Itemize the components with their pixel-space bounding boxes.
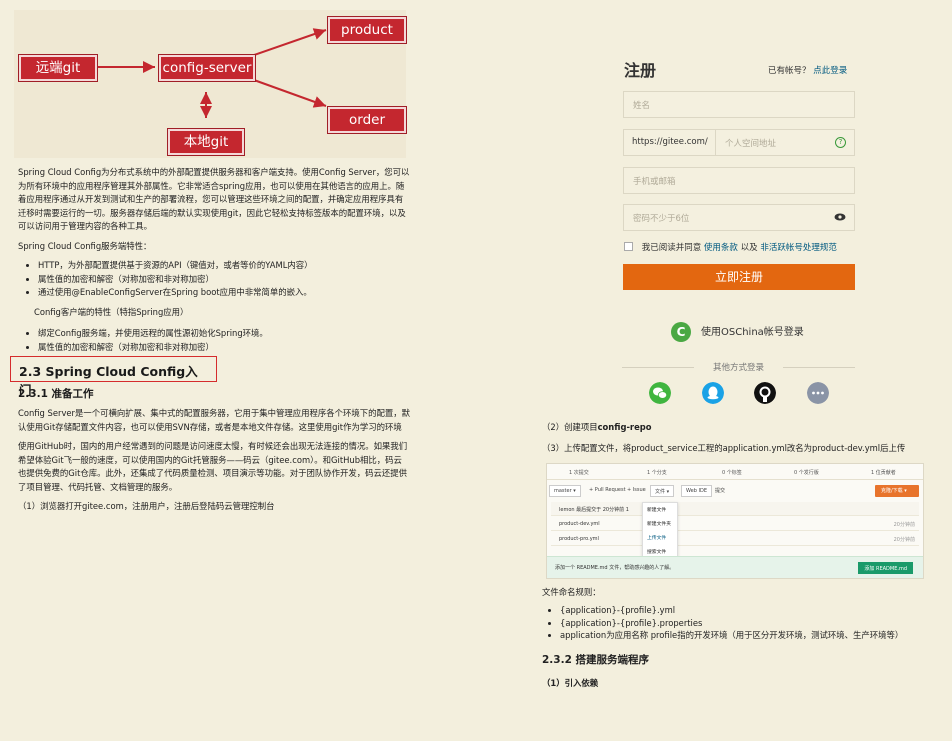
have-account: 已有帐号？ 点此登录 bbox=[768, 64, 847, 76]
file-time: 20分钟前 bbox=[893, 522, 915, 528]
webide-button[interactable]: Web IDE bbox=[681, 485, 712, 497]
commit-info[interactable]: lemon 最后提交于 20分钟前 1 bbox=[559, 507, 629, 513]
architecture-diagram: 远端git config-server product order 本地git bbox=[14, 10, 407, 158]
naming-rules-list: {application}-{profile}.yml {application… bbox=[560, 604, 903, 642]
branch-select[interactable]: master ▾ bbox=[549, 485, 581, 497]
register-title: 注册 bbox=[624, 61, 657, 80]
stat-releases[interactable]: 0 个发行版 bbox=[794, 469, 819, 476]
eye-icon[interactable] bbox=[834, 213, 846, 221]
repo-toolbar: master ▾ + Pull Request + Issue 文件 ▾ Web… bbox=[547, 483, 923, 499]
remote-git-box: 远端git bbox=[18, 54, 98, 82]
readme-banner: 添加一个 README.md 文件，帮助感兴趣的人了解。 添加 README.m… bbox=[547, 556, 923, 578]
qq-icon[interactable] bbox=[702, 382, 724, 404]
oschina-login-label: 使用OSChina帐号登录 bbox=[701, 327, 804, 338]
list-item: application为应用名称 profile指的开发环境（用于区分开发环境，… bbox=[560, 629, 903, 642]
password-placeholder: 密码不少于6位 bbox=[633, 214, 690, 224]
menu-item-new-folder[interactable]: 新建文件夹 bbox=[643, 517, 677, 531]
agree-text: 我已阅读并同意 bbox=[641, 243, 702, 253]
add-readme-button[interactable]: 添加 README.md bbox=[858, 562, 913, 574]
step-dependency: （1）引入依赖 bbox=[542, 678, 599, 688]
server-features-list: HTTP，为外部配置提供基于资源的API（键值对，或者等价的YAML内容） 属性… bbox=[38, 259, 410, 300]
gitee-paragraph: 使用GitHub时，国内的用户经常遇到的问题是访问速度太慢，有时候还会出现无法连… bbox=[18, 441, 408, 492]
config-server-box: config-server bbox=[158, 54, 256, 82]
oschina-login[interactable]: C 使用OSChina帐号登录 bbox=[671, 322, 804, 342]
file-name[interactable]: product-dev.yml bbox=[559, 521, 600, 527]
space-placeholder: 个人空间地址 bbox=[725, 139, 777, 149]
divider-line bbox=[783, 367, 855, 368]
list-item: 属性值的加密和解密（对称加密和非对称加密） bbox=[38, 273, 410, 287]
server-features-title: Spring Cloud Config服务端特性： bbox=[18, 240, 152, 251]
section-heading: 2.3 Spring Cloud Config入门 bbox=[10, 356, 217, 398]
local-git-box: 本地git bbox=[167, 128, 245, 156]
step2-text: （2）创建项目config-repo bbox=[542, 421, 652, 434]
name-placeholder: 姓名 bbox=[633, 101, 651, 111]
naming-title: 文件命名规则： bbox=[542, 587, 601, 597]
name-input[interactable]: 姓名 bbox=[623, 91, 855, 118]
gitee-repo-screenshot: 1 次提交 1 个分支 0 个标签 0 个发行版 1 位贡献者 master ▾… bbox=[546, 463, 924, 579]
and-text: 以及 bbox=[740, 243, 758, 253]
repo-stats-bar: 1 次提交 1 个分支 0 个标签 0 个发行版 1 位贡献者 bbox=[547, 464, 923, 480]
phone-email-input[interactable]: 手机或邮箱 bbox=[623, 167, 855, 194]
left-text-block: Spring Cloud Config为分布式系统中的外部配置提供服务器和客户端… bbox=[18, 166, 410, 360]
sub-heading-server: 2.3.2 搭建服务端程序 bbox=[542, 654, 650, 666]
step2-prefix: （2）创建项目 bbox=[542, 422, 598, 432]
space-url-field[interactable]: https://gitee.com/ 个人空间地址 ? bbox=[623, 129, 855, 156]
other-methods-divider: 其他方式登录 bbox=[622, 361, 855, 373]
more-icon[interactable] bbox=[807, 382, 829, 404]
stat-branches[interactable]: 1 个分支 bbox=[647, 469, 667, 476]
file-name[interactable]: product-pro.yml bbox=[559, 536, 599, 542]
agree-checkbox[interactable] bbox=[624, 242, 633, 251]
list-item: HTTP，为外部配置提供基于资源的API（键值对，或者等价的YAML内容） bbox=[38, 259, 410, 273]
config-server-paragraph: Config Server是一个可横向扩展、集中式的配置服务器，它用于集中管理应… bbox=[18, 408, 410, 432]
register-button[interactable]: 立即注册 bbox=[623, 264, 855, 290]
register-form: 注册 已有帐号？ 点此登录 姓名 https://gitee.com/ 个人空间… bbox=[540, 45, 870, 415]
menu-item-new-file[interactable]: 新建文件 bbox=[643, 503, 677, 517]
inactive-policy-link[interactable]: 非活跃帐号处理规范 bbox=[760, 243, 837, 253]
left-text-block-2: Config Server是一个可横向扩展、集中式的配置服务器，它用于集中管理应… bbox=[18, 407, 410, 520]
readme-tip: 添加一个 README.md 文件，帮助感兴趣的人了解。 bbox=[555, 565, 675, 571]
order-box: order bbox=[327, 106, 407, 134]
file-menu-button[interactable]: 文件 ▾ bbox=[650, 485, 675, 497]
step2-repo-name: config-repo bbox=[597, 422, 652, 432]
login-link[interactable]: 点此登录 bbox=[813, 66, 847, 76]
list-item: 绑定Config服务端，并使用远程的属性源初始化Spring环境。 bbox=[38, 327, 410, 341]
wiki-button[interactable]: 提交 bbox=[711, 485, 729, 497]
table-row[interactable]: product-pro.yml 20分钟前 bbox=[551, 532, 919, 546]
have-account-text: 已有帐号？ bbox=[768, 66, 811, 76]
terms-link[interactable]: 使用条款 bbox=[704, 243, 738, 253]
stat-tags[interactable]: 0 个标签 bbox=[722, 469, 742, 476]
github-icon[interactable] bbox=[754, 382, 776, 404]
list-item: {application}-{profile}.properties bbox=[560, 617, 903, 630]
list-item: 通过使用@EnableConfigServer在Spring boot应用中非常… bbox=[38, 286, 410, 300]
client-features-list: 绑定Config服务端，并使用远程的属性源初始化Spring环境。 属性值的加密… bbox=[38, 327, 410, 354]
password-input[interactable]: 密码不少于6位 bbox=[623, 204, 855, 231]
step3-text: （3）上传配置文件，将product_service工程的application… bbox=[542, 443, 906, 453]
check-icon: ? bbox=[835, 137, 846, 148]
menu-item-upload[interactable]: 上传文件 bbox=[643, 531, 677, 545]
step1-text: （1）浏览器打开gitee.com，注册用户，注册后登陆码云管理控制台 bbox=[18, 501, 275, 511]
file-time: 20分钟前 bbox=[893, 537, 915, 543]
stat-contributors[interactable]: 1 位贡献者 bbox=[871, 469, 896, 476]
agree-row: 我已阅读并同意 使用条款 以及 非活跃帐号处理规范 bbox=[624, 241, 837, 253]
client-features-title: Config客户端的特性（特指Spring应用） bbox=[34, 306, 189, 317]
file-dropdown-menu: 新建文件 新建文件夹 上传文件 搜索文件 bbox=[642, 502, 678, 560]
oschina-icon: C bbox=[671, 322, 691, 342]
commit-row: lemon 最后提交于 20分钟前 1 bbox=[551, 502, 919, 516]
product-box: product bbox=[327, 16, 407, 44]
issue-button[interactable]: + Issue bbox=[623, 485, 650, 497]
list-item: {application}-{profile}.yml bbox=[560, 604, 903, 617]
clone-download-button[interactable]: 克隆/下载 ▾ bbox=[875, 485, 919, 497]
sub-heading-prep: 2.3.1 准备工作 bbox=[18, 388, 94, 400]
table-row[interactable]: product-dev.yml 20分钟前 bbox=[551, 517, 919, 531]
intro-paragraph: Spring Cloud Config为分布式系统中的外部配置提供服务器和客户端… bbox=[18, 167, 410, 231]
url-prefix: https://gitee.com/ bbox=[624, 130, 716, 155]
list-item: 属性值的加密和解密（对称加密和非对称加密） bbox=[38, 341, 410, 355]
phone-placeholder: 手机或邮箱 bbox=[633, 177, 676, 187]
stat-commits[interactable]: 1 次提交 bbox=[569, 469, 589, 476]
wechat-icon[interactable] bbox=[649, 382, 671, 404]
